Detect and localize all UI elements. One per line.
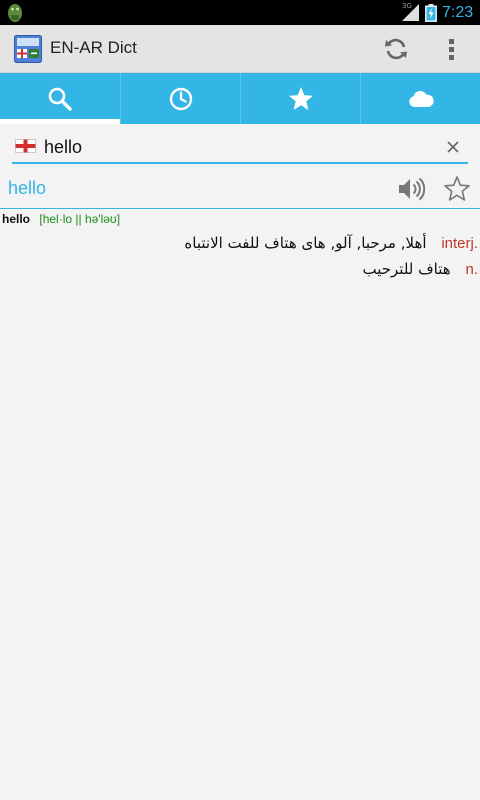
refresh-button[interactable] [378, 32, 414, 66]
app-title: EN-AR Dict [50, 38, 137, 57]
add-favorite-button[interactable] [441, 173, 473, 205]
england-flag-icon [15, 139, 36, 153]
battery-icon [425, 4, 437, 22]
sense-row: هتاف للترحيب n. [363, 260, 479, 278]
sense-translation: هتاف للترحيب [362, 260, 451, 278]
result-header: hello [0, 170, 480, 209]
signal-icon [402, 4, 419, 21]
android-icon [8, 4, 22, 22]
clear-icon [447, 141, 459, 153]
search-icon [48, 87, 72, 111]
sense-part-of-speech: n. [465, 261, 478, 278]
tab-favorites[interactable] [240, 73, 360, 124]
app-icon [14, 35, 42, 63]
pronounce-button[interactable] [396, 174, 426, 204]
favorites-star-icon [288, 86, 313, 110]
sense-translation: أهلا, مرحبا, آلو, هاى هتاف للفت الانتباه [184, 234, 427, 252]
search-bar [12, 130, 468, 164]
action-bar: EN-AR Dict [0, 25, 480, 73]
cloud-icon [408, 90, 434, 107]
sense-part-of-speech: interj. [441, 235, 478, 252]
tab-search[interactable] [0, 73, 120, 124]
tab-history[interactable] [120, 73, 240, 124]
search-input[interactable] [44, 133, 434, 161]
overflow-menu-button[interactable] [436, 32, 468, 66]
headword-line: hello [hel·lo || hə'ləʊ] [2, 212, 120, 226]
speaker-icon [399, 177, 425, 201]
tab-bar [0, 73, 480, 124]
clear-search-button[interactable] [442, 136, 464, 158]
sense-row: أهلا, مرحبا, آلو, هاى هتاف للفت الانتباه… [184, 234, 478, 252]
overflow-menu-icon [449, 39, 454, 60]
headword: hello [2, 212, 31, 226]
pronunciation: [hel·lo || hə'ləʊ] [39, 212, 121, 226]
history-icon [169, 87, 192, 110]
tab-cloud[interactable] [360, 73, 480, 124]
status-time: 7:23 [442, 4, 474, 21]
status-bar: 3G 7:23 [0, 0, 480, 25]
refresh-icon [385, 38, 407, 60]
star-outline-icon [444, 176, 470, 201]
result-word: hello [8, 178, 47, 198]
